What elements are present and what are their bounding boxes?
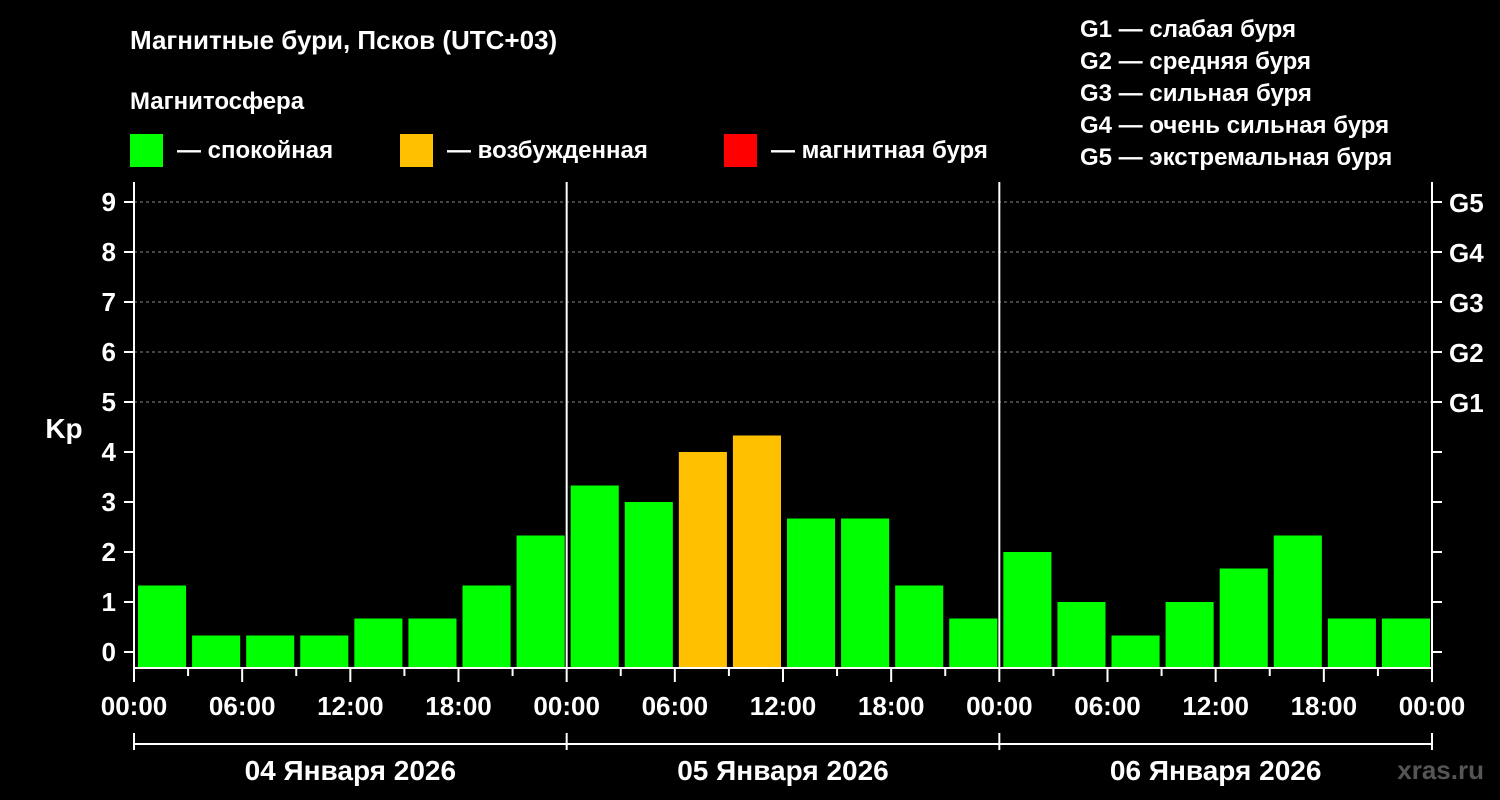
- g-scale-item: G1 — слабая буря: [1080, 16, 1296, 43]
- day-label: 05 Января 2026: [677, 755, 889, 786]
- legend-swatch: [130, 134, 163, 167]
- kp-bar: [787, 518, 836, 668]
- day-label: 04 Января 2026: [245, 755, 457, 786]
- kp-bar: [138, 585, 187, 668]
- x-tick-label: 18:00: [425, 691, 492, 721]
- kp-bar: [1381, 618, 1430, 668]
- x-tick-label: 12:00: [317, 691, 384, 721]
- kp-bar: [462, 585, 511, 668]
- legend-item: — магнитная буря: [724, 134, 988, 167]
- kp-bar: [895, 585, 944, 668]
- g-scale-item: G5 — экстремальная буря: [1080, 144, 1392, 171]
- kp-bar: [246, 635, 295, 668]
- kp-bar: [408, 618, 457, 668]
- kp-bar: [1219, 568, 1268, 668]
- y-axis-label: Kp: [45, 413, 82, 444]
- legend-swatch: [724, 134, 757, 167]
- kp-bar: [1327, 618, 1376, 668]
- y-tick-label: 3: [102, 487, 116, 517]
- kp-chart: Магнитные бури, Псков (UTC+03) Магнитосф…: [45, 16, 1484, 786]
- kp-bar: [1273, 535, 1322, 668]
- y-tick-label: 6: [102, 337, 116, 367]
- x-tick-label: 06:00: [1074, 691, 1141, 721]
- y-tick-label: 5: [102, 387, 116, 417]
- legend-label: — возбужденная: [447, 137, 648, 164]
- legend-label: — спокойная: [177, 137, 333, 164]
- legend-item: — возбужденная: [400, 134, 648, 167]
- kp-bar: [1165, 602, 1214, 668]
- kp-bar: [1003, 552, 1052, 668]
- watermark: xras.ru: [1397, 755, 1484, 785]
- legend-label: — магнитная буря: [771, 137, 988, 164]
- x-tick-label: 00:00: [1399, 691, 1466, 721]
- g-level-label: G2: [1449, 338, 1484, 368]
- kp-bar: [570, 485, 619, 668]
- kp-bar: [678, 452, 727, 668]
- x-tick-label: 06:00: [642, 691, 709, 721]
- x-tick-label: 00:00: [533, 691, 600, 721]
- g-scale-item: G2 — средняя буря: [1080, 48, 1311, 75]
- g-level-label: G1: [1449, 388, 1484, 418]
- plot-area: 0 1 2 3 4 5 6 7 8 9 G1 G2 G3 G4 G5 Kp 00:00 06:00 12:00 18:…: [45, 182, 1484, 786]
- y-tick-label: 1: [102, 587, 116, 617]
- y-tick-label: 0: [102, 637, 116, 667]
- chart-subtitle: Магнитосфера: [130, 88, 305, 115]
- kp-bar: [841, 518, 890, 668]
- g-level-label: G3: [1449, 288, 1484, 318]
- x-tick-label: 18:00: [1291, 691, 1358, 721]
- kp-bar: [300, 635, 349, 668]
- y-tick-label: 9: [102, 187, 116, 217]
- g-scale-item: G4 — очень сильная буря: [1080, 112, 1389, 139]
- g-scale-item: G3 — сильная буря: [1080, 80, 1312, 107]
- kp-bar: [1057, 602, 1106, 668]
- kp-bar: [354, 618, 403, 668]
- x-tick-label: 06:00: [209, 691, 276, 721]
- kp-bar: [1111, 635, 1160, 668]
- y-tick-label: 2: [102, 537, 116, 567]
- legend-swatch: [400, 134, 433, 167]
- kp-bar: [949, 618, 998, 668]
- y-tick-label: 8: [102, 237, 116, 267]
- chart-title: Магнитные бури, Псков (UTC+03): [130, 25, 557, 55]
- g-scale-legend: G1 — слабая буря G2 — средняя буря G3 — си…: [1080, 16, 1392, 171]
- g-level-label: G5: [1449, 188, 1484, 218]
- x-tick-label: 00:00: [101, 691, 168, 721]
- kp-bar: [732, 435, 781, 668]
- kp-bar: [516, 535, 565, 668]
- legend-item: — спокойная: [130, 134, 333, 167]
- x-tick-label: 18:00: [858, 691, 925, 721]
- kp-bar: [192, 635, 241, 668]
- x-tick-label: 00:00: [966, 691, 1033, 721]
- day-label: 06 Января 2026: [1110, 755, 1322, 786]
- legend: — спокойная — возбужденная — магнитная бур…: [130, 134, 988, 167]
- y-tick-label: 4: [102, 437, 117, 467]
- kp-bar: [624, 502, 673, 668]
- x-tick-label: 12:00: [1182, 691, 1249, 721]
- y-tick-label: 7: [102, 287, 116, 317]
- g-level-label: G4: [1449, 238, 1484, 268]
- x-tick-label: 12:00: [750, 691, 817, 721]
